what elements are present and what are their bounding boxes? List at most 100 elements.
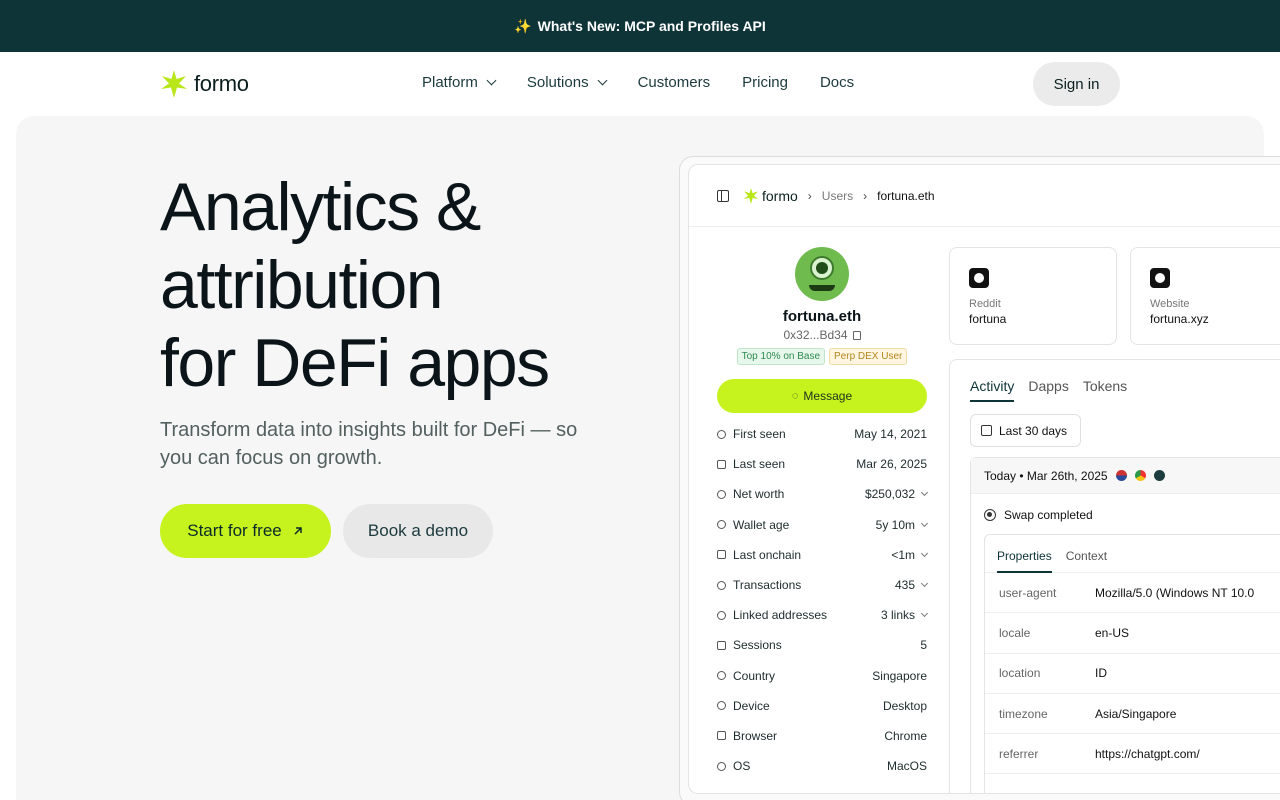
property-value: en-US: [1095, 625, 1130, 640]
stat-value: Singapore: [872, 668, 927, 683]
announcement-bar[interactable]: ✨ What's New: MCP and Profiles API: [0, 0, 1280, 52]
tab-dapps[interactable]: Dapps: [1028, 378, 1068, 402]
stat-icon: [717, 550, 726, 560]
app-logo[interactable]: formo: [743, 187, 798, 204]
nav-item-label: Docs: [819, 74, 855, 91]
tab-activity[interactable]: Activity: [970, 378, 1015, 402]
logo[interactable]: formo: [160, 70, 249, 98]
stat-value-group: 5: [920, 638, 927, 652]
stat-value: Desktop: [882, 698, 927, 713]
stat-icon: [717, 610, 726, 620]
breadcrumb-users[interactable]: Users: [822, 189, 853, 203]
stat-label-group: Net worth: [717, 487, 784, 501]
stat-icon: [717, 731, 726, 741]
hero-headline: Analytics & attribution for DeFi apps: [160, 168, 550, 402]
breadcrumb-current: fortuna.eth: [877, 188, 935, 203]
chevron-down-icon[interactable]: [920, 579, 929, 588]
stat-icon: [717, 520, 726, 530]
headline-line: attribution: [160, 247, 444, 323]
property-row: referrer https://chatgpt.com/: [985, 734, 1280, 775]
website-card[interactable]: Website fortuna.xyz: [1130, 247, 1280, 345]
property-key: location: [999, 666, 1041, 681]
stat-label-group: Browser: [717, 729, 777, 743]
copy-icon[interactable]: [852, 330, 861, 340]
event-item[interactable]: Swap completed: [971, 494, 1280, 522]
sidebar-toggle-icon[interactable]: [717, 189, 729, 202]
stat-value-group: May 14, 2021: [854, 427, 927, 441]
chrome-icon: [1134, 470, 1146, 481]
date-range-picker[interactable]: Last 30 days: [970, 414, 1081, 447]
nav-item-solutions[interactable]: Solutions: [527, 74, 608, 91]
stat-value-group: Desktop: [883, 699, 927, 713]
tab-context[interactable]: Context: [1066, 549, 1107, 572]
stat-label: Country: [733, 668, 776, 683]
nav-item-label: Platform: [422, 74, 478, 91]
stat-value: Chrome: [884, 728, 927, 743]
properties-tabs: Properties Context: [985, 535, 1280, 573]
event-properties: Properties Context user-agent Mozilla/5.0…: [984, 534, 1280, 793]
stat-label: Linked addresses: [733, 608, 828, 623]
nav-item-docs[interactable]: Docs: [820, 74, 854, 91]
stat-label-group: Wallet age: [717, 518, 789, 532]
stat-label: Last onchain: [733, 547, 802, 562]
profile-stat-row: OS MacOS: [717, 751, 927, 781]
stat-label-group: Last seen: [717, 457, 785, 471]
nav-item-pricing[interactable]: Pricing: [742, 74, 788, 91]
stat-label: OS: [733, 759, 751, 774]
property-key: user-agent: [999, 585, 1057, 600]
reddit-card[interactable]: Reddit fortuna: [949, 247, 1117, 345]
nav-item-label: Customers: [637, 74, 711, 91]
profile-stat-row[interactable]: Linked addresses 3 links: [717, 600, 929, 630]
stat-value: Mar 26, 2025: [856, 457, 927, 472]
stat-label-group: Transactions: [717, 578, 801, 592]
desktop-icon: [1153, 470, 1165, 481]
tab-properties[interactable]: Properties: [997, 549, 1052, 573]
nav-item-customers[interactable]: Customers: [638, 74, 711, 91]
tab-tokens[interactable]: Tokens: [1083, 378, 1127, 402]
stat-label: Browser: [733, 728, 778, 743]
nav-item-platform[interactable]: Platform: [422, 74, 497, 91]
event-name: Swap completed: [1004, 508, 1093, 522]
card-value: fortuna: [969, 312, 1007, 326]
sign-in-button[interactable]: Sign in: [1033, 62, 1120, 106]
hero-subtitle: Transform data into insights built for D…: [160, 419, 578, 469]
stat-label-group: Linked addresses: [717, 608, 827, 622]
stat-value-group: MacOS: [887, 759, 927, 773]
feed-date-header: Today • Mar 26th, 2025: [971, 458, 1280, 494]
arrow-up-right-icon: [294, 527, 302, 535]
stat-value: May 14, 2021: [854, 427, 927, 442]
stat-icon: [717, 580, 726, 590]
card-label: Reddit: [969, 298, 1001, 310]
sparkles-icon: ✨: [514, 17, 532, 34]
chevron-down-icon[interactable]: [920, 519, 929, 527]
profile-stat-row[interactable]: Net worth $250,032: [717, 479, 929, 509]
top-nav: formo Platform Solutions Customers Prici…: [0, 52, 1280, 116]
book-demo-button[interactable]: Book a demo: [343, 504, 493, 558]
us-flag-icon: [1115, 470, 1127, 481]
chevron-down-icon[interactable]: [920, 610, 929, 618]
headline-line: Analytics &: [160, 169, 481, 245]
logo-text: formo: [194, 71, 249, 96]
chevron-down-icon[interactable]: [920, 489, 929, 497]
stat-value: <1m: [891, 547, 915, 562]
address-text: 0x32...Bd34: [783, 328, 848, 342]
chevron-down-icon[interactable]: [920, 549, 929, 557]
app-topbar: formo › Users › fortuna.eth: [689, 165, 1280, 227]
profile-stat-row: Sessions 5: [717, 630, 927, 660]
stat-label-group: Sessions: [717, 638, 782, 652]
stat-value-group: Chrome: [884, 729, 927, 743]
message-button[interactable]: ◌ Message: [717, 379, 927, 413]
stat-value-group: $250,032: [865, 487, 929, 501]
stat-value: 5y 10m: [875, 517, 915, 532]
message-label: Message: [803, 389, 853, 403]
profile-stat-row[interactable]: Wallet age 5y 10m: [717, 510, 929, 540]
property-value: Mozilla/5.0 (Windows NT 10.0: [1095, 585, 1255, 600]
profile-stat-row[interactable]: Last onchain <1m: [717, 540, 929, 570]
profile-stat-row[interactable]: Transactions 435: [717, 570, 929, 600]
profile-stat-row: First seen May 14, 2021: [717, 419, 927, 449]
property-key: referrer: [999, 746, 1039, 761]
start-for-free-button[interactable]: Start for free: [160, 504, 331, 558]
tag-badge: Perp DEX User: [829, 348, 908, 365]
stat-label-group: Device: [717, 699, 770, 713]
stat-icon: [717, 489, 726, 499]
